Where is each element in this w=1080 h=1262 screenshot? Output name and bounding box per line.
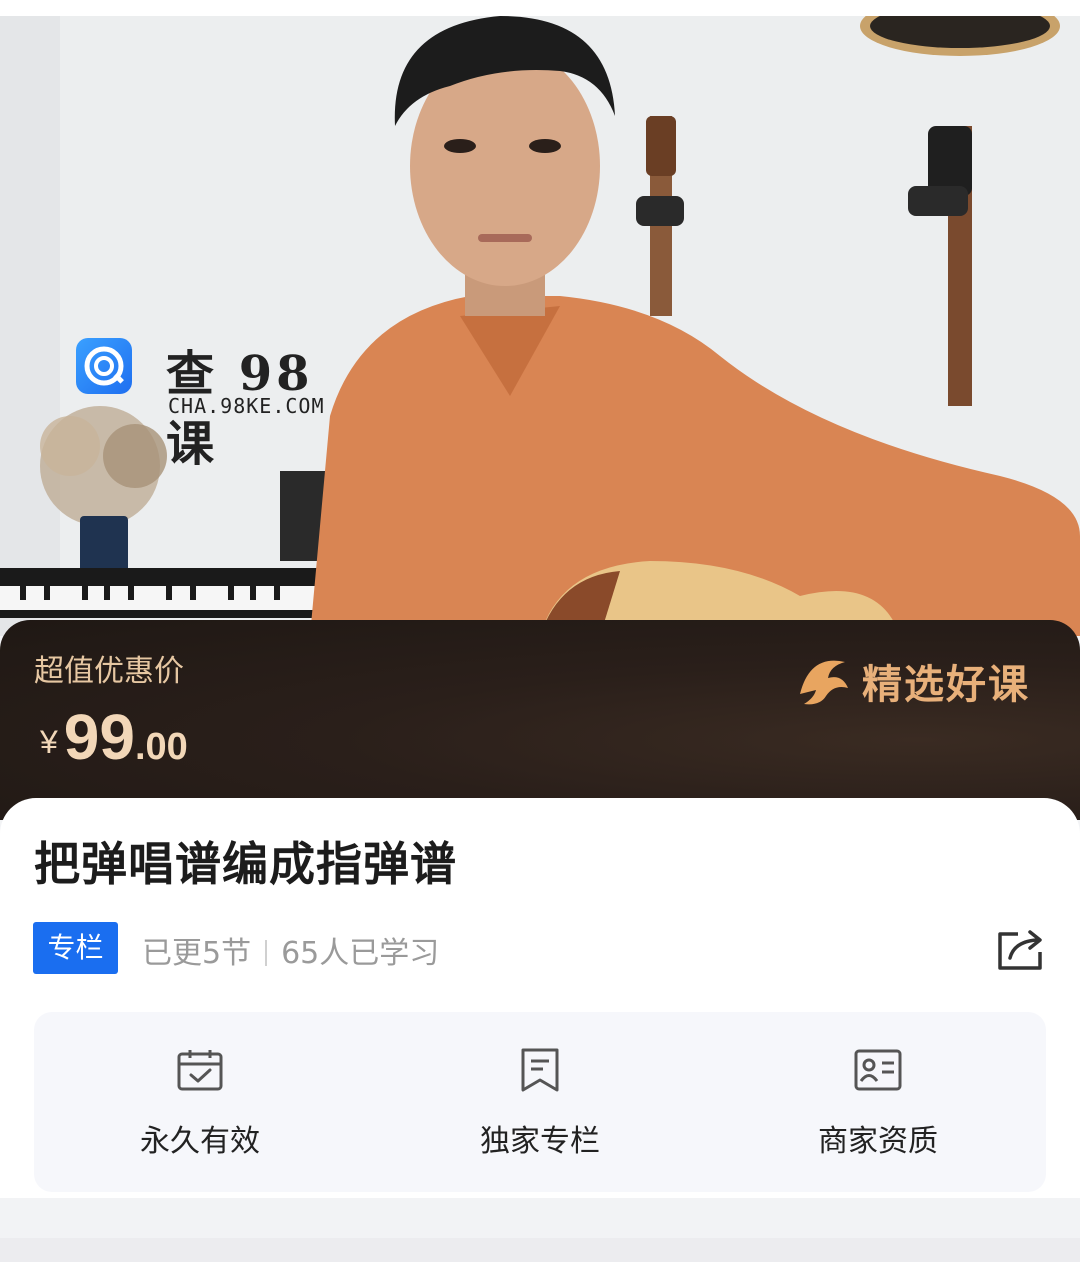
featured-badge-label: 精选好课	[862, 662, 1030, 708]
watermark: 查 98 课 CHA.98KE.COM	[76, 334, 366, 472]
feature-exclusive[interactable]: 独家专栏	[390, 1012, 690, 1192]
currency-symbol: ¥	[40, 724, 58, 760]
feature-merchant[interactable]: 商家资质	[728, 1012, 1028, 1192]
course-cover-image: 查 98 课 CHA.98KE.COM	[0, 16, 1080, 636]
dolphin-logo-icon	[800, 660, 848, 705]
price-bar: 超值优惠价 ¥99.00 精选好课	[0, 620, 1080, 820]
bottom-divider	[0, 1238, 1080, 1262]
course-meta: 已更5节 65人已学习	[142, 928, 439, 972]
feature-panel: 永久有效 独家专栏 商家资质	[34, 1012, 1046, 1192]
course-info-card: 把弹唱谱编成指弹谱 专栏 已更5节 65人已学习 永久有效 独家专栏 商家资质	[0, 798, 1080, 1198]
watermark-logo-icon	[76, 338, 132, 394]
feature-label: 商家资质	[818, 1124, 938, 1159]
top-status-strip	[0, 0, 1080, 16]
featured-badge: 精选好课	[790, 644, 1060, 714]
calendar-check-icon	[177, 1050, 223, 1091]
feature-label: 独家专栏	[480, 1124, 600, 1159]
price-decimal: .00	[134, 726, 188, 768]
share-button[interactable]	[996, 926, 1046, 972]
share-icon	[998, 930, 1042, 970]
learner-count: 65人已学习	[281, 936, 440, 971]
watermark-subtitle: CHA.98KE.COM	[168, 394, 325, 418]
bookmark-doc-icon	[521, 1048, 559, 1092]
course-title: 把弹唱谱编成指弹谱	[34, 837, 457, 891]
column-tag: 专栏	[33, 922, 118, 974]
price-integer: 99	[63, 701, 135, 773]
feature-permanent[interactable]: 永久有效	[50, 1012, 350, 1192]
price-label: 超值优惠价	[34, 654, 184, 689]
feature-label: 永久有效	[140, 1124, 260, 1159]
price: ¥99.00	[40, 700, 188, 774]
id-card-icon	[854, 1049, 902, 1091]
update-count: 已更5节	[142, 936, 252, 971]
cover-illustration	[0, 16, 1080, 636]
meta-divider	[265, 940, 268, 966]
